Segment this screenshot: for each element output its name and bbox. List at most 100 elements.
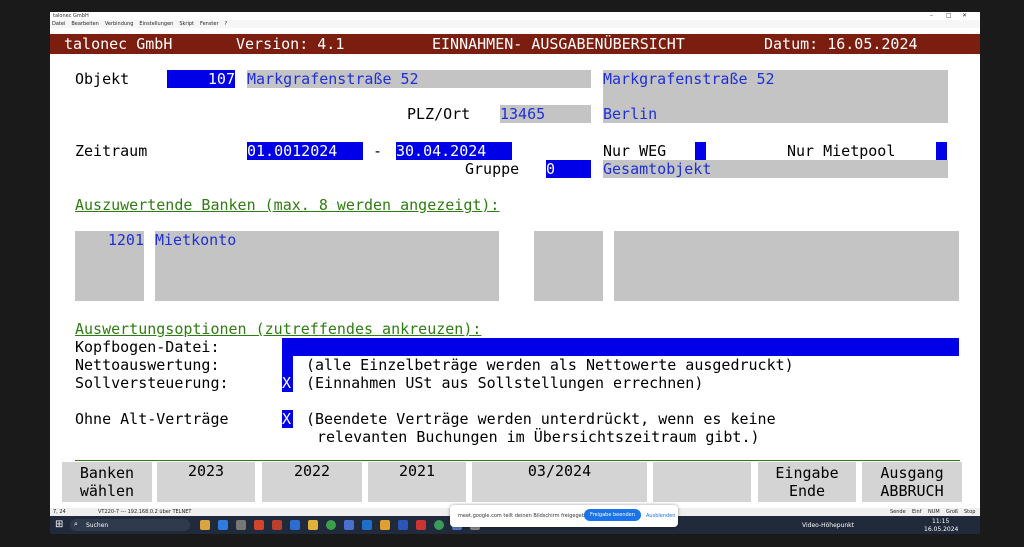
close-icon[interactable]: ✕ xyxy=(962,12,967,19)
edge-icon[interactable] xyxy=(218,520,228,530)
year-2023-button[interactable]: 2023 xyxy=(157,462,255,502)
bank-number-box[interactable]: 1201 xyxy=(75,231,144,301)
month-label: 03/2024 xyxy=(527,462,592,480)
netto-checkbox[interactable] xyxy=(282,356,293,374)
menu-bearbeiten[interactable]: Bearbeiten xyxy=(71,21,98,27)
ausgang-abbruch-button[interactable]: Ausgang ABBRUCH xyxy=(862,462,962,502)
alt-desc-1: (Beendete Verträge werden unterdrückt, w… xyxy=(306,410,776,428)
hide-button[interactable]: Ausblenden xyxy=(646,513,675,519)
banken-line1: Banken xyxy=(79,464,135,482)
plz-ort-label: PLZ/Ort xyxy=(407,105,471,123)
search-icon: ⌕ xyxy=(74,520,78,528)
app-icon[interactable] xyxy=(380,520,390,530)
year-2023-label: 2023 xyxy=(187,462,225,480)
ort-value: Berlin xyxy=(603,105,658,123)
chrome-icon[interactable] xyxy=(326,520,336,530)
objekt-street-field[interactable]: Markgrafenstraße 52 xyxy=(247,70,591,88)
maximize-icon[interactable]: □ xyxy=(946,12,952,19)
key-gross: Groß xyxy=(946,509,959,515)
banken-line2: wählen xyxy=(79,482,135,500)
app-icon[interactable] xyxy=(344,520,354,530)
terminal-window: talonec GmbH – □ ✕ Datei Bearbeiten Verb… xyxy=(50,12,980,534)
eingabe-ende-button[interactable]: Eingabe Ende xyxy=(758,462,856,502)
date-dash: - xyxy=(373,142,383,160)
eingabe-line1: Eingabe xyxy=(775,464,839,482)
nur-weg-checkbox[interactable] xyxy=(695,142,706,160)
banks-heading: Auszuwertende Banken (max. 8 werden ange… xyxy=(75,196,500,214)
app-icon[interactable] xyxy=(254,520,264,530)
app-icon[interactable] xyxy=(290,520,300,530)
ausgang-line1: Ausgang xyxy=(880,464,944,482)
menu-datei[interactable]: Datei xyxy=(52,21,65,27)
year-2022-button[interactable]: 2022 xyxy=(262,462,362,502)
zeitraum-label: Zeitraum xyxy=(75,142,148,160)
menu-bar: Datei Bearbeiten Verbindung Einstellunge… xyxy=(50,20,980,28)
minimize-icon[interactable]: – xyxy=(930,12,933,19)
soll-checkbox[interactable]: X xyxy=(282,374,293,392)
date-to-field[interactable]: 30.04.2024 xyxy=(396,142,512,160)
soll-label: Sollversteuerung: xyxy=(75,374,229,392)
netto-desc: (alle Einzelbeträge werden als Nettowert… xyxy=(306,356,794,374)
key-num: NUM xyxy=(928,509,940,515)
search-label: Suchen xyxy=(86,522,109,529)
app-icon[interactable] xyxy=(362,520,372,530)
nur-weg-label: Nur WEG xyxy=(603,142,667,160)
word-icon[interactable] xyxy=(398,520,408,530)
file-explorer-icon[interactable] xyxy=(200,520,210,530)
menu-verbindung[interactable]: Verbindung xyxy=(105,21,134,27)
kopfbogen-field[interactable] xyxy=(282,338,959,356)
gruppe-label: Gruppe xyxy=(465,160,520,178)
key-einf: Einf xyxy=(912,509,922,515)
key-stop: Stop xyxy=(964,509,976,515)
bank-name: Mietkonto xyxy=(155,231,237,249)
empty-fkey-button[interactable] xyxy=(653,462,751,502)
bank-name-box-2[interactable] xyxy=(614,231,959,301)
objekt-number-field[interactable]: 107 xyxy=(167,70,235,88)
alt-checkbox[interactable]: X xyxy=(282,410,293,428)
banken-waehlen-button[interactable]: Banken wählen xyxy=(62,462,152,502)
header-title: EINNAHMEN- AUSGABENÜBERSICHT xyxy=(432,35,685,53)
clock-time: 11:15 xyxy=(932,518,950,525)
gruppe-field[interactable]: 0 xyxy=(546,160,591,178)
bank-number-box-2[interactable] xyxy=(534,231,603,301)
chrome-icon[interactable] xyxy=(434,520,444,530)
year-2022-label: 2022 xyxy=(293,462,331,480)
cursor-pos: 7, 24 xyxy=(53,509,66,515)
key-sende: Sende xyxy=(890,509,906,515)
header-date: Datum: 16.05.2024 xyxy=(764,35,918,53)
objekt-address-box[interactable]: Markgrafenstraße 52 Berlin xyxy=(603,70,948,123)
share-text: meet.google.com teilt deinen Bildschirm … xyxy=(458,513,593,519)
objekt-label: Objekt xyxy=(75,70,130,88)
screen-share-bar: meet.google.com teilt deinen Bildschirm … xyxy=(450,505,678,527)
alt-label: Ohne Alt-Verträge xyxy=(75,410,229,428)
menu-einstellungen[interactable]: Einstellungen xyxy=(139,21,173,27)
taskbar-search[interactable]: ⌕ Suchen xyxy=(70,519,190,531)
alt-desc-2: relevanten Buchungen im Übersichtszeitra… xyxy=(317,428,760,446)
month-button[interactable]: 03/2024 xyxy=(472,462,647,502)
fkey-divider xyxy=(75,460,960,461)
soll-desc: (Einnahmen USt aus Sollstellungen errech… xyxy=(306,374,704,392)
app-icon[interactable] xyxy=(308,520,318,530)
windows-start-icon[interactable]: ⊞ xyxy=(55,519,63,530)
menu-help[interactable]: ? xyxy=(225,21,228,27)
menu-skript[interactable]: Skript xyxy=(179,21,194,27)
app-icon[interactable] xyxy=(236,520,246,530)
app-icon[interactable] xyxy=(272,520,282,530)
bank-name-box[interactable]: Mietkonto xyxy=(155,231,499,301)
nur-mietpool-checkbox[interactable] xyxy=(936,142,947,160)
nur-mietpool-label: Nur Mietpool xyxy=(787,142,896,160)
year-2021-label: 2021 xyxy=(398,462,436,480)
video-highlight-label[interactable]: Video-Höhepunkt xyxy=(802,522,854,529)
year-2021-button[interactable]: 2021 xyxy=(368,462,466,502)
clock-date: 16.05.2024 xyxy=(924,526,959,533)
menu-fenster[interactable]: Fenster xyxy=(200,21,219,27)
header-bar: talonec GmbH Version: 4.1 EINNAHMEN- AUS… xyxy=(50,34,980,54)
stop-sharing-button[interactable]: Freigabe beenden xyxy=(584,509,641,521)
header-company: talonec GmbH xyxy=(64,35,173,53)
app-icon[interactable] xyxy=(416,520,426,530)
date-from-field[interactable]: 01.0012024 xyxy=(247,142,363,160)
kopfbogen-label: Kopfbogen-Datei: xyxy=(75,338,220,356)
gruppe-text: Gesamtobjekt xyxy=(603,160,948,178)
eingabe-line2: Ende xyxy=(788,482,826,500)
plz-field[interactable]: 13465 xyxy=(500,105,591,123)
